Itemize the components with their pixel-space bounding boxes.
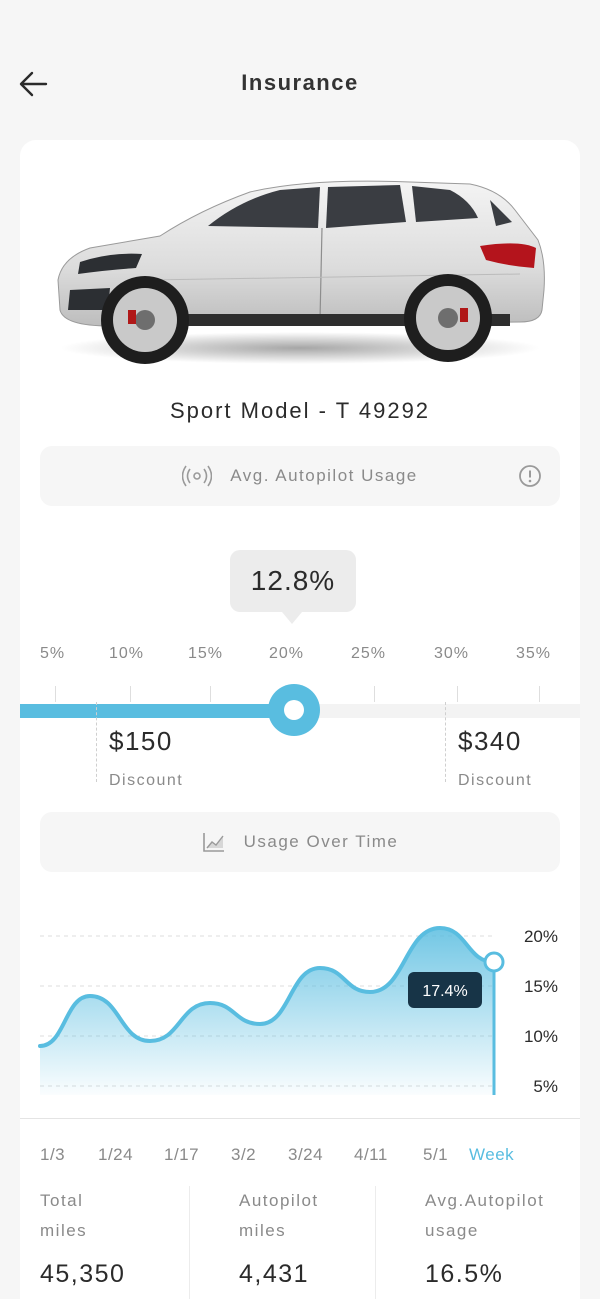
discount-label-low: Discount	[109, 772, 184, 789]
scale-label: 15%	[188, 645, 224, 662]
x-tick-label: 1/17	[164, 1145, 200, 1164]
scale-label: 25%	[351, 645, 387, 662]
autopilot-usage-label: Avg. Autopilot Usage	[230, 466, 418, 485]
y-tick-label: 15%	[524, 977, 558, 996]
scale-label: 10%	[109, 645, 145, 662]
discount-marker-line	[445, 702, 446, 782]
stat-label: Total	[40, 1191, 84, 1210]
chart-icon	[202, 831, 226, 853]
current-value-tooltip: 12.8%	[230, 550, 356, 624]
divider	[375, 1186, 376, 1299]
highlight-badge: 17.4%	[408, 972, 482, 1008]
chart-x-axis	[20, 1118, 580, 1119]
scale-label: 30%	[434, 645, 470, 662]
y-tick-label: 20%	[524, 927, 558, 946]
stat-label: Autopilot	[239, 1191, 319, 1210]
series-area	[40, 928, 494, 1095]
x-tick-label: 5/1	[423, 1145, 449, 1164]
stat-value: 45,350	[40, 1260, 126, 1288]
stat-avg-autopilot-usage: Avg.Autopilot usage 16.5%	[425, 1186, 544, 1289]
radar-icon	[182, 465, 213, 487]
vehicle-model-name: Sport Model - T 49292	[169, 398, 431, 423]
stat-label: usage	[425, 1221, 479, 1240]
y-tick-label: 10%	[524, 1027, 558, 1046]
x-tick-label: 4/11	[354, 1145, 388, 1164]
x-tick-label: 3/24	[288, 1145, 324, 1164]
usage-over-time-label: Usage Over Time	[243, 832, 399, 851]
highlight-point[interactable]	[483, 951, 505, 973]
discount-marker-line	[96, 702, 97, 782]
stat-value: 16.5%	[425, 1260, 504, 1288]
stat-autopilot-miles: Autopilot miles 4,431	[239, 1186, 319, 1289]
slider-thumb[interactable]	[268, 684, 320, 736]
divider	[189, 1186, 190, 1299]
car-image	[57, 180, 545, 364]
scale-tick	[210, 686, 211, 702]
insurance-card: Sport Model - T 49292 Avg. Autopilot Usa…	[20, 140, 580, 1299]
info-icon[interactable]	[518, 464, 542, 493]
discount-amount-low: $150	[109, 726, 173, 756]
x-tick-label: 1/3	[40, 1145, 66, 1164]
discount-label-high: Discount	[458, 772, 533, 789]
x-axis-week-label[interactable]: Week	[469, 1145, 514, 1165]
stat-label: miles	[239, 1221, 287, 1240]
usage-over-time-pill[interactable]: Usage Over Time	[40, 812, 560, 872]
scale-tick	[457, 686, 458, 702]
slider-fill	[20, 704, 292, 718]
scale-tick	[374, 686, 375, 702]
x-tick-label: 1/24	[98, 1145, 134, 1164]
header: Insurance	[0, 0, 600, 140]
y-tick-label: 5%	[533, 1077, 558, 1096]
scale-label: 20%	[269, 645, 305, 662]
stat-label: miles	[40, 1221, 88, 1240]
scale-label: 5%	[40, 645, 66, 662]
highlight-label: 17.4%	[422, 983, 467, 1000]
x-tick-label: 3/2	[231, 1145, 257, 1164]
page-title: Insurance	[241, 70, 359, 95]
discount-amount-high: $340	[458, 726, 522, 756]
stat-label: Avg.Autopilot	[425, 1191, 545, 1210]
autopilot-usage-pill[interactable]: Avg. Autopilot Usage	[40, 446, 560, 506]
scale-tick	[55, 686, 56, 702]
scale-tick	[130, 686, 131, 702]
stat-value: 4,431	[239, 1260, 310, 1288]
usage-chart: 20% 15% 10% 5% 17.4%	[38, 925, 558, 1096]
stat-total-miles: Total miles 45,350	[40, 1186, 125, 1289]
scale-label: 35%	[516, 645, 552, 662]
scale-tick	[539, 686, 540, 702]
